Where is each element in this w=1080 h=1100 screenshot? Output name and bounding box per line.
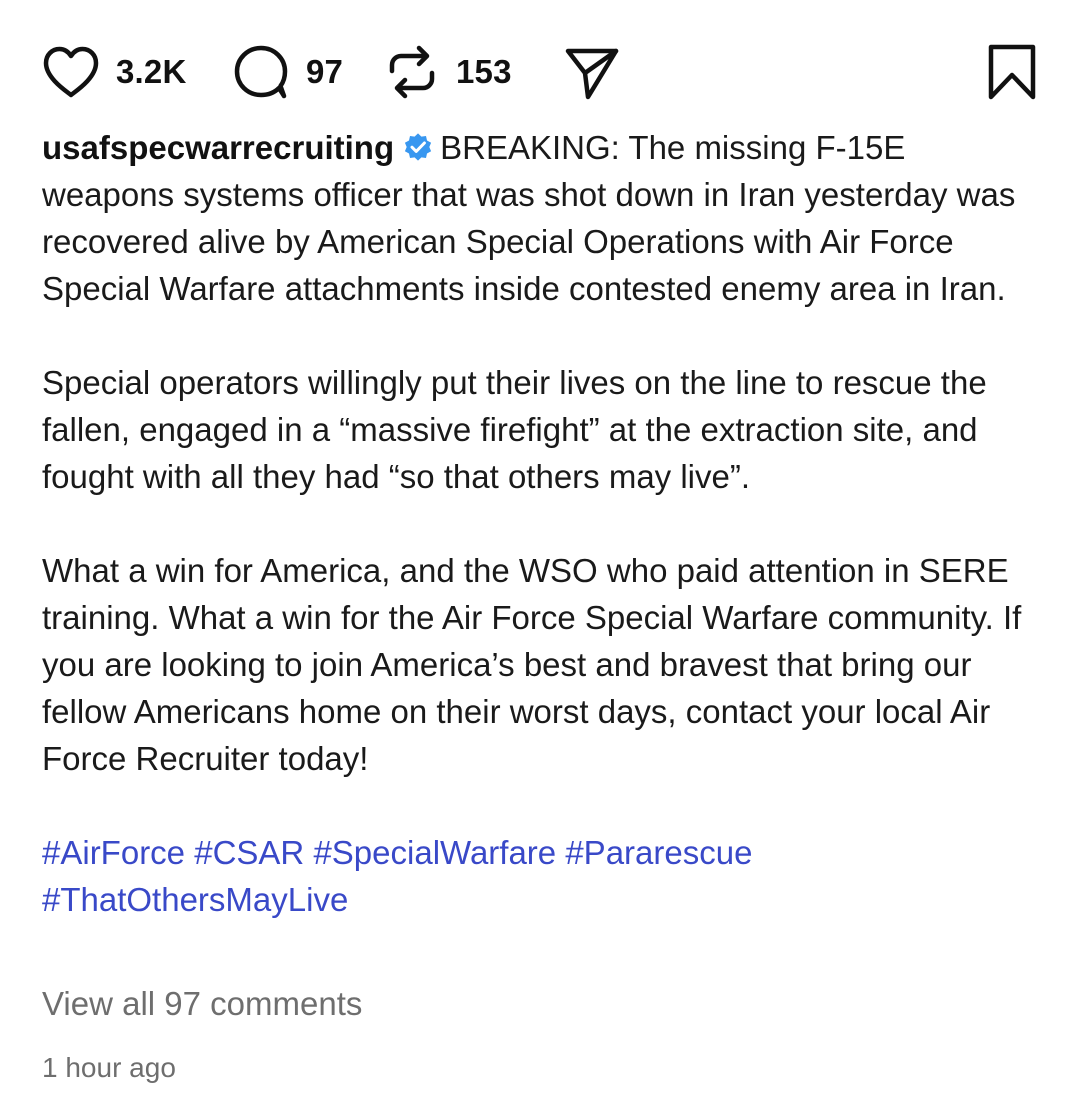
caption-paragraph-2: Special operators willingly put their li… xyxy=(42,364,987,495)
share-button[interactable] xyxy=(564,42,620,102)
comment-count: 97 xyxy=(306,53,344,90)
comment-button[interactable]: 97 xyxy=(232,42,343,102)
caption-paragraph-1: usafspecwarrecruiting BREAKING: The missi… xyxy=(42,124,1042,312)
save-button[interactable] xyxy=(986,42,1038,102)
post-action-bar: 3.2K 97 153 xyxy=(42,42,1038,102)
like-count: 3.2K xyxy=(116,53,187,90)
caption-paragraph-3: What a win for America, and the WSO who … xyxy=(42,552,1022,777)
hashtag-list: #AirForce #CSAR #SpecialWarfare #Parares… xyxy=(42,829,1042,923)
hashtag-link[interactable]: #ThatOthersMayLive xyxy=(42,881,348,918)
hashtag-link[interactable]: #SpecialWarfare xyxy=(313,834,556,871)
post-timestamp: 1 hour ago xyxy=(42,1052,176,1083)
repost-button[interactable]: 153 xyxy=(384,42,512,102)
hashtag-link[interactable]: #CSAR xyxy=(194,834,304,871)
hashtag-link[interactable]: #Pararescue xyxy=(565,834,752,871)
username-link[interactable]: usafspecwarrecruiting xyxy=(42,129,394,166)
view-all-comments-link[interactable]: View all 97 comments xyxy=(42,985,362,1023)
verified-badge-icon xyxy=(402,128,434,161)
heart-icon xyxy=(42,45,100,99)
like-button[interactable]: 3.2K xyxy=(42,42,187,102)
send-paper-plane-icon xyxy=(564,44,620,100)
comment-bubble-icon xyxy=(232,44,290,100)
bookmark-icon xyxy=(986,43,1038,101)
hashtag-link[interactable]: #AirForce xyxy=(42,834,185,871)
repost-count: 153 xyxy=(456,53,512,90)
repost-arrows-icon xyxy=(384,43,440,101)
post-caption: usafspecwarrecruiting BREAKING: The missi… xyxy=(42,124,1042,923)
